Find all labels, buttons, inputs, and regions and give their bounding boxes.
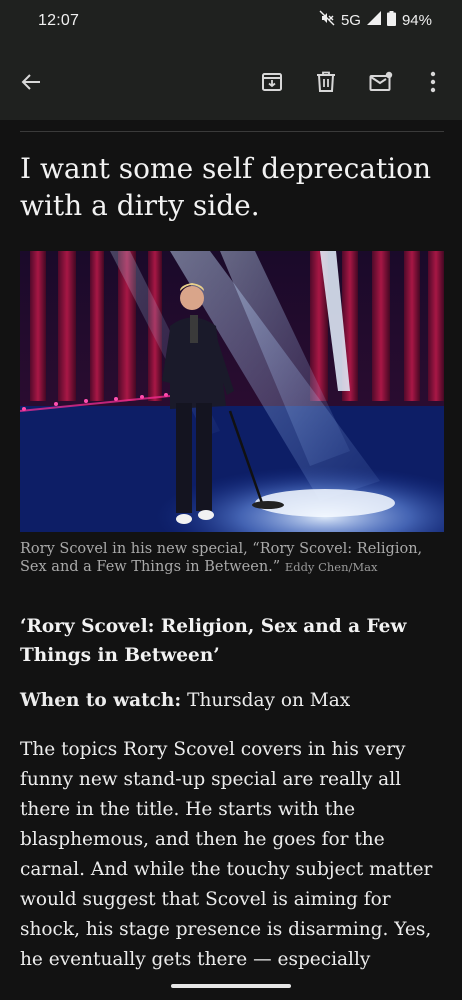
- article-subhead: ‘Rory Scovel: Religion, Sex and a Few Th…: [20, 616, 407, 666]
- when-to-watch: When to watch: Thursday on Max: [20, 687, 440, 715]
- archive-icon: [261, 71, 283, 97]
- more-vert-icon: [430, 71, 436, 97]
- status-icons: 5G 94%: [319, 10, 432, 30]
- mute-icon: [319, 10, 335, 30]
- gesture-nav-handle[interactable]: [171, 984, 291, 988]
- photo-caption: Rory Scovel in his new special, “Rory Sc…: [20, 540, 440, 576]
- battery-percent: 94%: [401, 11, 432, 29]
- signal-icon: [366, 11, 381, 29]
- more-options-button[interactable]: [415, 66, 451, 102]
- when-label: When to watch:: [20, 690, 182, 711]
- article-photo[interactable]: [20, 251, 444, 532]
- delete-button[interactable]: [308, 66, 344, 102]
- network-type: 5G: [340, 11, 361, 29]
- battery-icon: [386, 10, 396, 30]
- content-divider: [20, 131, 444, 132]
- toolbar: [0, 48, 462, 120]
- mark-unread-icon: [369, 71, 393, 97]
- delete-icon: [316, 71, 336, 97]
- mark-unread-button[interactable]: [363, 66, 399, 102]
- back-arrow-icon: [20, 71, 42, 97]
- stage-photo-illustration: [20, 251, 444, 532]
- photo-credit: Eddy Chen/Max: [284, 560, 378, 574]
- article-headline: I want some self deprecation with a dirt…: [20, 152, 432, 222]
- status-time: 12:07: [38, 12, 80, 29]
- when-value: Thursday on Max: [187, 690, 351, 711]
- back-button[interactable]: [13, 66, 49, 102]
- article-body: The topics Rory Scovel covers in his ver…: [20, 739, 433, 970]
- archive-button[interactable]: [254, 66, 290, 102]
- status-bar: 12:07 5G 94%: [0, 0, 462, 48]
